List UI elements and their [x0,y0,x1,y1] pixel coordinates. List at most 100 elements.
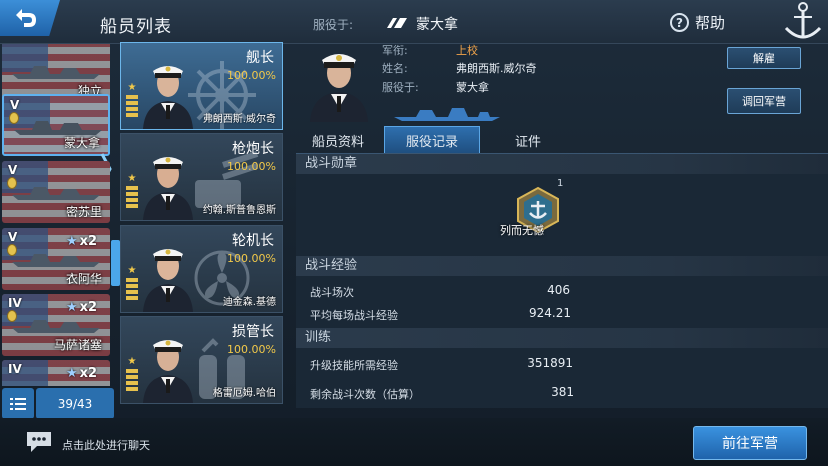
crew-role: 损管长 [232,324,274,340]
officer-portrait [143,66,193,129]
serve-label: 服役于: [313,18,354,32]
rank-row: 军衔: 上校 [382,42,478,58]
crew-name: 格雷厄姆.哈伯 [212,388,276,399]
chat-icon[interactable] [25,430,53,454]
dismiss-button[interactable]: 解雇 [727,47,801,69]
crew-role: 枪炮长 [232,141,274,157]
anchor-icon [784,2,822,39]
serve-row: 服役于: 蒙大拿 [382,79,489,95]
bottom-bar: 点击此处进行聊天 前往军营 [0,418,828,466]
medal-icon [9,112,19,124]
multiplier-badge: ★ x2 [66,234,98,249]
name-value: 弗朗西斯.威尔奇 [456,62,537,75]
name-row: 姓名: 弗朗西斯.威尔奇 [382,60,537,76]
back-arrow-icon [16,9,36,27]
help-button[interactable]: ? 帮助 [670,12,725,33]
ship-card[interactable]: IV ★ x2 [2,360,110,386]
crew-list: ★ 舰长 100.00% 弗朗西斯.威尔奇 ★ 枪炮长 100.00% 约翰.斯… [120,42,285,408]
serve-label: 服役于: [382,81,419,94]
page-title: 船员列表 [100,17,172,37]
ship-list-scrollbar[interactable] [111,240,120,286]
star-icon: ★ [66,366,78,381]
help-label: 帮助 [695,14,726,32]
rank-insignia: ★ [125,357,139,401]
battles-label: 战斗场次 [310,286,354,299]
crew-percent: 100.00% [227,160,276,173]
ship-silhouette-icon [12,320,100,333]
section-medals-title: 战斗勋章 [296,154,828,174]
medal-icon [7,177,17,189]
service-record-panel: 战斗勋章 1 列而无憾 战斗经验 战斗场次 406 平均每场战斗经验 924.2… [296,154,828,408]
serve-value: 蒙大拿 [456,81,489,94]
avg-exp-value: 924.21 [529,306,571,320]
ship-silhouette-icon [12,66,100,79]
crew-percent: 100.00% [227,252,276,265]
crew-percent: 100.00% [227,343,276,356]
ship-tier: IV [8,362,22,376]
crew-role: 轮机长 [232,233,274,249]
crew-name: 弗朗西斯.威尔奇 [202,114,276,125]
medal-count: 1 [557,178,564,189]
crew-card-captain[interactable]: ★ 舰长 100.00% 弗朗西斯.威尔奇 [120,42,283,130]
tab-service-record[interactable]: 服役记录 [384,126,480,154]
chat-hint[interactable]: 点击此处进行聊天 [62,437,150,453]
officer-portrait [143,340,193,403]
name-label: 姓名: [382,62,408,75]
officer-detail: 军衔: 上校 姓名: 弗朗西斯.威尔奇 服役于: 蒙大拿 解雇 调回军营 [296,42,828,124]
medal-name: 列而无憾 [500,224,544,237]
go-to-barracks-button[interactable]: 前往军营 [693,426,807,460]
top-bar: 船员列表 服役于: 蒙大拿 ? 帮助 [0,0,828,44]
rank-value: 上校 [456,44,478,57]
remaining-battles-label: 剩余战斗次数（估算） [310,388,420,401]
ship-silhouette-icon [394,108,500,121]
ship-tier: V [10,98,20,112]
officer-portrait [143,157,193,220]
ship-tier: IV [8,296,22,310]
rank-insignia: ★ [125,266,139,310]
ship-name: 密苏里 [65,205,102,219]
ship-tier: V [8,230,18,244]
ship-list-footer: 39/43 [0,388,118,420]
multiplier-badge: ★ x2 [66,366,98,381]
list-menu-button[interactable] [2,388,34,419]
ship-card-selected[interactable]: V 蒙大拿 [2,94,110,156]
battleship-class-icon [387,18,407,28]
crew-card-damage-control[interactable]: ★ 损管长 100.00% 格雷厄姆.哈伯 [120,316,283,404]
ship-silhouette-icon [12,187,100,200]
upgrade-exp-value: 351891 [527,356,573,370]
crew-percent: 100.00% [227,69,276,82]
upgrade-exp-label: 升级技能所需经验 [310,359,398,372]
ship-name: 衣阿华 [65,272,102,286]
crew-name: 约翰.斯普鲁恩斯 [202,205,276,216]
rank-insignia: ★ [125,83,139,127]
crew-count: 39/43 [36,388,114,419]
question-icon: ? [670,13,689,32]
ship-card[interactable]: IV ★ x2 马萨诸塞 [2,294,110,356]
crew-list-screen: 船员列表 服役于: 蒙大拿 ? 帮助 独立 V 蒙大拿 V 密苏里 V ★ x2… [0,0,828,466]
crew-name: 迪金森.基德 [222,297,276,308]
ship-tier: V [8,163,18,177]
tab-certificates[interactable]: 证件 [496,126,560,154]
avg-exp-label: 平均每场战斗经验 [310,309,398,322]
back-button[interactable] [0,0,60,36]
ship-silhouette-icon [12,254,100,267]
serve-ship-name: 蒙大拿 [416,17,458,33]
officer-portrait-large [310,54,368,122]
multiplier-badge: ★ x2 [66,300,98,315]
medal-icon [7,244,17,256]
tab-crew-info[interactable]: 船员资料 [300,126,376,154]
rank-insignia: ★ [125,174,139,218]
crew-card-engineer[interactable]: ★ 轮机长 100.00% 迪金森.基德 [120,225,283,313]
crew-card-gunnery[interactable]: ★ 枪炮长 100.00% 约翰.斯普鲁恩斯 [120,133,283,221]
section-training-title: 训练 [296,328,828,348]
recall-to-barracks-button[interactable]: 调回军营 [727,88,801,114]
ship-card[interactable]: V 密苏里 [2,161,110,223]
battles-value: 406 [547,283,570,297]
rank-label: 军衔: [382,44,408,57]
medal-icon [7,310,17,322]
crew-role: 舰长 [246,50,274,66]
ship-card[interactable]: V ★ x2 衣阿华 [2,228,110,290]
remaining-battles-value: 381 [551,385,574,399]
officer-portrait [143,249,193,312]
ship-name: 马萨诸塞 [53,338,102,352]
